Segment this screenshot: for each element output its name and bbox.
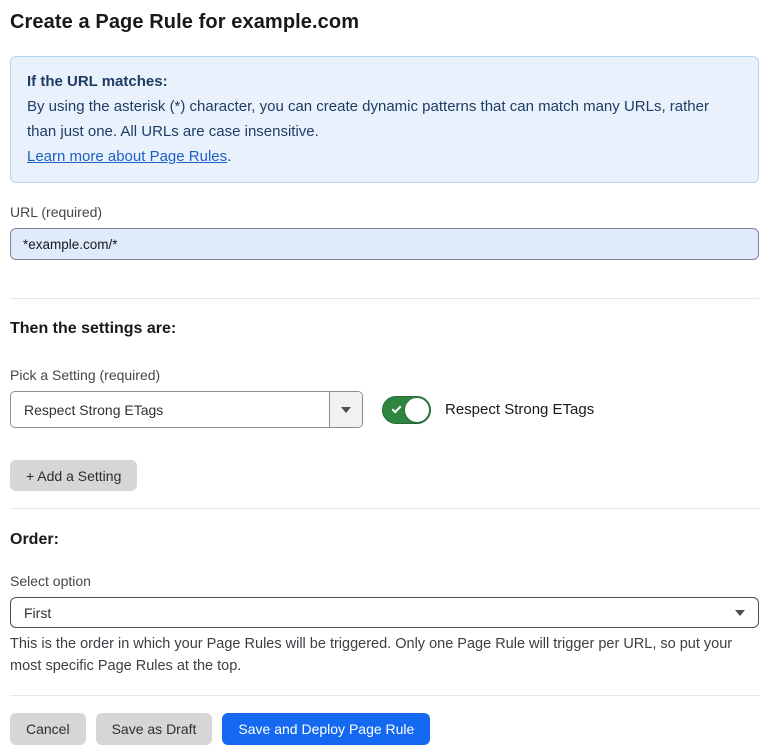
section-divider — [10, 298, 759, 299]
setting-picker-label: Pick a Setting (required) — [10, 367, 759, 383]
url-input[interactable] — [10, 228, 759, 260]
info-box-body: By using the asterisk (*) character, you… — [27, 94, 742, 144]
url-match-info-box: If the URL matches: By using the asteris… — [10, 56, 759, 183]
setting-toggle[interactable] — [382, 396, 431, 424]
page-title: Create a Page Rule for example.com — [10, 11, 759, 34]
setting-toggle-label: Respect Strong ETags — [445, 401, 594, 418]
setting-select-arrow-button[interactable] — [329, 392, 362, 427]
order-select[interactable]: First — [10, 597, 759, 628]
order-help-text: This is the order in which your Page Rul… — [10, 633, 759, 677]
order-select-label: Select option — [10, 573, 759, 589]
info-box-link-line: Learn more about Page Rules. — [27, 144, 742, 169]
dropdown-arrow-icon — [341, 407, 351, 413]
setting-select-value: Respect Strong ETags — [11, 392, 329, 427]
caret-down-icon — [735, 610, 745, 616]
order-select-value: First — [24, 605, 735, 621]
setting-row: Respect Strong ETags Respect Strong ETag… — [10, 391, 759, 428]
check-icon — [392, 403, 402, 413]
setting-select[interactable]: Respect Strong ETags — [10, 391, 363, 428]
section-divider — [10, 508, 759, 509]
add-setting-button[interactable]: + Add a Setting — [10, 460, 137, 491]
footer-divider — [10, 695, 759, 696]
order-section-heading: Order: — [10, 531, 759, 549]
link-suffix: . — [227, 148, 231, 165]
toggle-knob — [405, 398, 429, 422]
settings-section-heading: Then the settings are: — [10, 320, 759, 338]
info-box-heading: If the URL matches: — [27, 69, 742, 94]
url-field-label: URL (required) — [10, 204, 759, 220]
learn-more-link[interactable]: Learn more about Page Rules — [27, 148, 227, 165]
